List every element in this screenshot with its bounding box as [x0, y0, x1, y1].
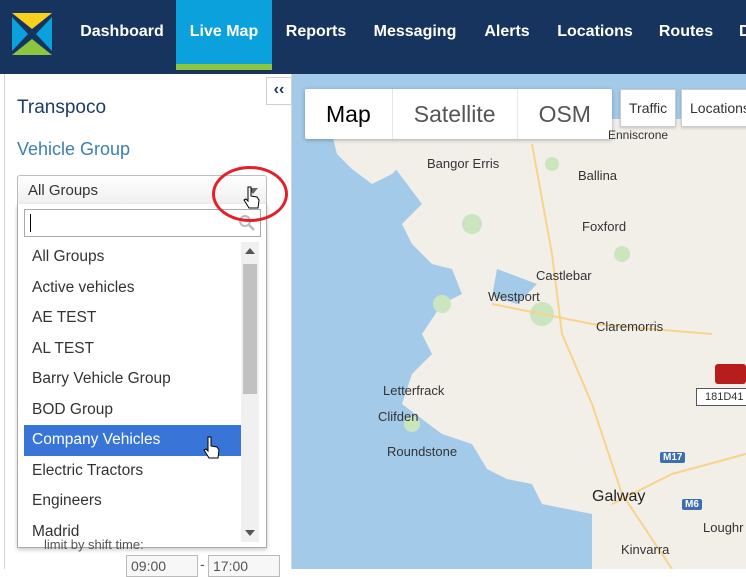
list-item[interactable]: AL TEST [24, 334, 241, 365]
road-shield: M17 [660, 452, 686, 463]
vehicle-marker-icon[interactable] [715, 364, 746, 384]
shift-time-label: limit by shift time: [44, 537, 144, 552]
scroll-thumb[interactable] [243, 264, 257, 394]
shift-start-select[interactable]: 09:00 [126, 555, 198, 577]
shift-end-select[interactable]: 17:00 [208, 555, 280, 577]
map-place-label: Enniscrone [608, 128, 669, 142]
road-shield: M6 [682, 499, 702, 510]
nav-live-map[interactable]: Live Map [176, 0, 272, 70]
map-place-label: Kinvarra [621, 542, 670, 557]
app-logo[interactable] [12, 13, 52, 55]
select-value: All Groups [28, 182, 99, 199]
list-item[interactable]: Active vehicles [24, 273, 241, 304]
time-separator: - [200, 556, 205, 572]
map-canvas[interactable] [292, 74, 746, 569]
list-item[interactable]: Engineers [24, 486, 241, 517]
list-scrollbar[interactable] [241, 242, 259, 542]
map-place-label: Clifden [378, 409, 419, 424]
map-land [332, 119, 746, 569]
list-item[interactable]: Electric Tractors [24, 456, 241, 487]
hand-cursor-icon [243, 186, 260, 209]
locations-button[interactable]: Locations [681, 89, 746, 127]
list-item[interactable]: BOD Group [24, 395, 241, 426]
collapse-sidebar-button[interactable]: ‹‹ [266, 77, 292, 105]
company-name: Transpoco [17, 97, 107, 118]
map-place-label: Letterfrack [383, 383, 445, 398]
map-type-map-button[interactable]: Map [305, 89, 393, 139]
text-cursor [30, 214, 31, 232]
map-place-label: Westport [488, 289, 540, 304]
scroll-up-icon[interactable] [245, 248, 255, 254]
map-place-label: Foxford [582, 219, 627, 234]
map-place-label: Galway [592, 488, 646, 505]
group-dropdown: All Groups Active vehicles AE TEST AL TE… [17, 204, 267, 548]
map-type-control: Map Satellite OSM [305, 89, 612, 139]
map-place-label: Castlebar [536, 268, 592, 283]
list-item[interactable]: AE TEST [24, 303, 241, 334]
group-list: All Groups Active vehicles AE TEST AL TE… [24, 242, 241, 542]
map-type-satellite-button[interactable]: Satellite [393, 89, 518, 139]
map-place-label: Loughr [703, 520, 744, 535]
nav-routes[interactable]: Routes [646, 0, 726, 70]
map-place-label: Ballina [578, 168, 618, 183]
hand-cursor-icon [203, 436, 220, 459]
nav-reports[interactable]: Reports [272, 0, 360, 70]
top-nav: Dashboard Live Map Reports Messaging Ale… [0, 0, 746, 70]
nav-more[interactable]: D [739, 0, 746, 70]
map-place-label: Claremorris [596, 319, 664, 334]
vehicle-label[interactable]: 181D41 [696, 388, 746, 406]
list-item[interactable]: All Groups [24, 242, 241, 273]
map-place-label: Bangor Erris [427, 156, 500, 171]
map-place-label: Roundstone [387, 444, 458, 459]
nav-messaging[interactable]: Messaging [360, 0, 470, 70]
map-type-osm-button[interactable]: OSM [518, 89, 612, 139]
nav-locations[interactable]: Locations [544, 0, 646, 70]
list-item[interactable]: Barry Vehicle Group [24, 364, 241, 395]
vehicle-group-heading: Vehicle Group [17, 139, 131, 159]
scroll-down-icon[interactable] [245, 530, 255, 536]
nav-dashboard[interactable]: Dashboard [68, 0, 176, 70]
traffic-button[interactable]: Traffic [620, 89, 677, 127]
nav-alerts[interactable]: Alerts [470, 0, 544, 70]
